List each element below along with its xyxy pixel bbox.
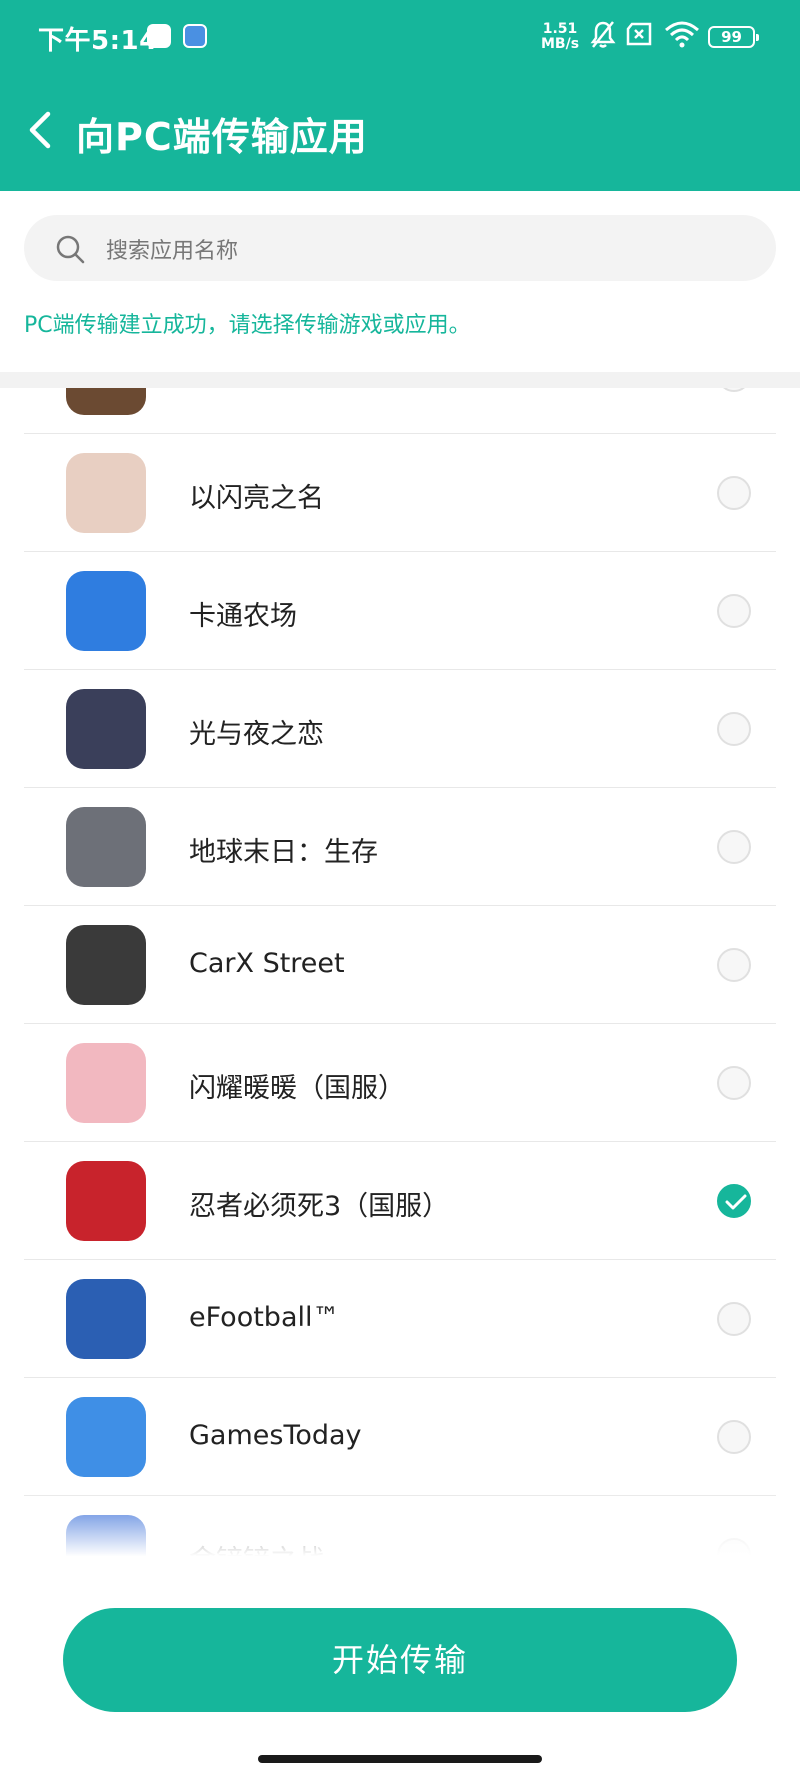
app-name: 闪耀暖暖（国服） [189, 1073, 405, 1104]
app-name: 卡通农场 [189, 601, 297, 632]
radio-button[interactable] [717, 476, 751, 510]
app-icon [66, 1161, 146, 1241]
list-fade [0, 1490, 800, 1568]
app-list-item[interactable]: 闪耀暖暖（国服） [24, 1024, 776, 1142]
app-list-item[interactable]: 卡通农场 [24, 552, 776, 670]
search-input[interactable]: 搜索应用名称 [24, 215, 776, 281]
app-list-item[interactable]: GamesToday [24, 1378, 776, 1496]
app-icon [66, 453, 146, 533]
no-sim-icon [626, 22, 652, 46]
app-icon [66, 571, 146, 651]
checked-radio[interactable] [717, 1184, 751, 1218]
home-indicator[interactable] [258, 1755, 542, 1763]
page-header: 向PC端传输应用 [0, 90, 800, 170]
radio-button[interactable] [717, 1420, 751, 1454]
app-name: GamesToday [189, 1420, 362, 1451]
radio-button[interactable] [717, 712, 751, 746]
app-list-item[interactable] [24, 388, 776, 434]
app-icon [66, 1397, 146, 1477]
radio-button[interactable] [717, 388, 751, 392]
radio-button[interactable] [717, 1066, 751, 1100]
app-name: 忍者必须死3（国服） [189, 1191, 450, 1222]
play-store-icon [147, 24, 171, 48]
connection-notice: PC端传输建立成功，请选择传输游戏或应用。 [24, 313, 471, 338]
app-icon [66, 1279, 146, 1359]
app-icon [66, 925, 146, 1005]
search-icon [56, 235, 85, 264]
mute-bell-icon [590, 21, 616, 48]
app-icon [66, 807, 146, 887]
radio-button[interactable] [717, 948, 751, 982]
app-list-item[interactable]: 以闪亮之名 [24, 434, 776, 552]
status-bar: 下午5:14 1.51 MB/s 99 [0, 0, 800, 76]
start-transfer-button[interactable]: 开始传输 [63, 1608, 737, 1712]
radio-button[interactable] [717, 594, 751, 628]
app-name: 以闪亮之名 [189, 483, 324, 514]
app-name: 地球末日：生存 [189, 837, 378, 868]
radio-button[interactable] [717, 830, 751, 864]
app-icon [66, 388, 146, 415]
app-name: eFootball™ [189, 1302, 340, 1333]
app-list[interactable]: 以闪亮之名卡通农场光与夜之恋地球末日：生存 CarX Street 闪耀暖暖（国服）… [0, 388, 800, 1568]
app-name: CarX Street [189, 948, 345, 979]
app-list-item[interactable]: 地球末日：生存 [24, 788, 776, 906]
battery-indicator: 99 [708, 26, 759, 48]
wifi-icon [665, 21, 699, 48]
checkmark-icon [725, 1194, 747, 1210]
chevron-left-icon[interactable] [22, 108, 62, 152]
status-time: 下午5:14 [38, 26, 158, 56]
app-icon [66, 1043, 146, 1123]
radio-button[interactable] [717, 1302, 751, 1336]
search-placeholder: 搜索应用名称 [106, 239, 239, 264]
page-title: 向PC端传输应用 [76, 115, 368, 159]
section-divider [0, 372, 800, 388]
app-list-item[interactable]: 忍者必须死3（国服） [24, 1142, 776, 1260]
app-list-item[interactable]: eFootball™ [24, 1260, 776, 1378]
app-name: 光与夜之恋 [189, 719, 324, 750]
games-notification-icon [183, 24, 207, 48]
app-icon [66, 689, 146, 769]
network-speed: 1.51 MB/s [541, 21, 580, 52]
app-list-item[interactable]: 光与夜之恋 [24, 670, 776, 788]
app-list-item[interactable]: CarX Street [24, 906, 776, 1024]
